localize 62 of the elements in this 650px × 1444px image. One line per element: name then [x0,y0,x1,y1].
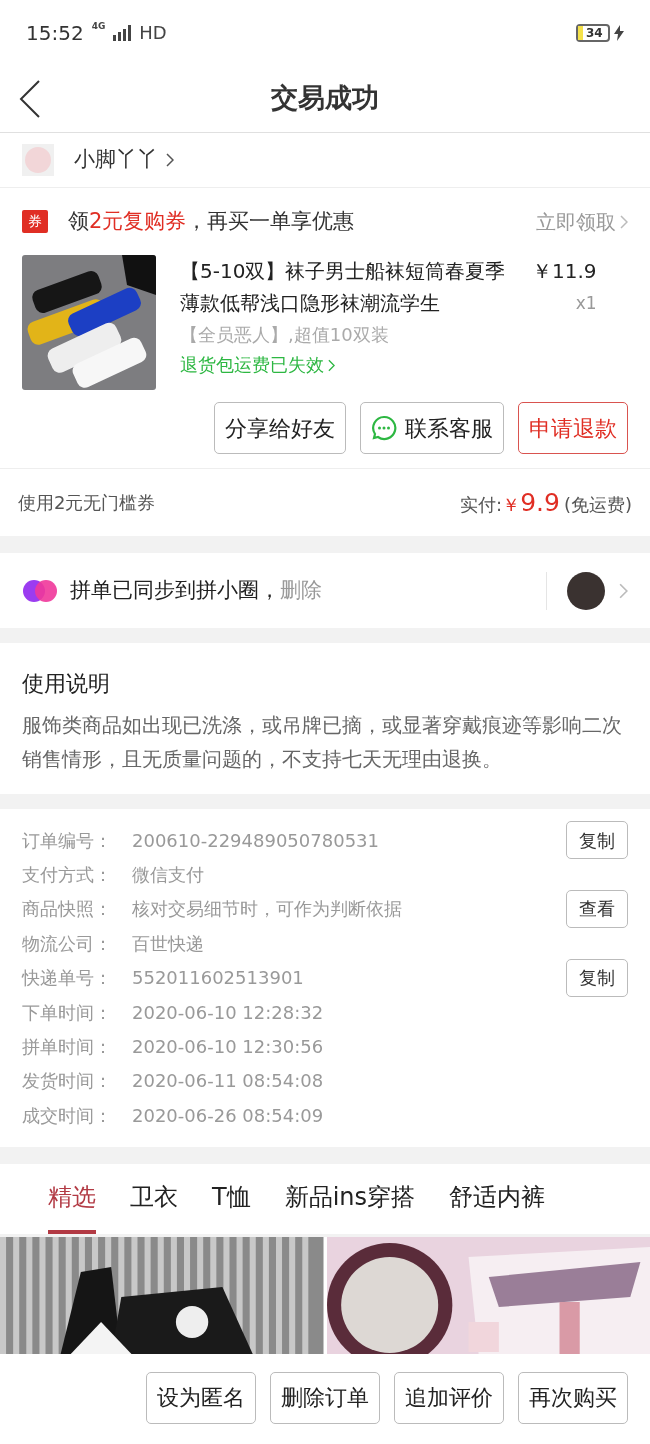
category-tab[interactable]: 卫衣 [130,1163,178,1234]
paid-amount: ￥9.9 [502,486,560,519]
info-label: 订单编号： [22,828,113,853]
info-label: 物流公司： [22,931,113,956]
signal-icon [113,24,132,41]
info-label: 商品快照： [22,897,113,922]
info-label: 支付方式： [22,863,113,888]
product-price: ￥11.9 [532,258,597,285]
info-label: 成交时间： [22,1103,113,1128]
friend-avatar [567,571,605,610]
info-value: 552011602513901 [132,966,304,991]
info-value: 2020-06-10 12:28:32 [132,1000,324,1025]
usage-title: 使用说明 [22,670,111,698]
chevron-right-icon [166,153,174,167]
info-label: 下单时间： [22,1000,113,1025]
coupon-text: 领2元复购券，再买一单享优惠 [68,207,355,235]
chat-icon [371,415,397,441]
info-value: 百世快递 [132,931,204,956]
info-button[interactable]: 复制 [566,821,628,860]
back-icon [19,78,41,119]
order-action-button[interactable]: 追加评价 [394,1371,504,1424]
shipping-note: (免运费) [563,492,632,517]
chevron-right-icon [328,358,335,372]
category-tab[interactable]: T恤 [212,1163,251,1234]
info-label: 发货时间： [22,1069,113,1094]
circle-logo-icon [22,578,58,603]
paid-label: 实付: [460,492,503,517]
category-tab[interactable]: 舒适内裤 [449,1163,546,1234]
product-title: 【5-10双】袜子男士船袜短筒春夏季薄款低帮浅口隐形袜潮流学生 [180,258,507,317]
order-action-button[interactable]: 设为匿名 [146,1371,256,1424]
category-tab[interactable]: 新品ins穿搭 [284,1163,416,1234]
hd-label: HD [139,21,167,45]
coupon-badge: 券 [22,210,48,233]
action-button[interactable]: 联系客服 [360,402,504,454]
circle-sync-text: 拼单已同步到拼小圈， [70,576,280,604]
shop-avatar [22,144,54,176]
info-label: 拼单时间： [22,1035,113,1060]
order-action-button[interactable]: 删除订单 [270,1371,380,1424]
usage-text: 服饰类商品如出现已洗涤，或吊牌已摘，或显著穿戴痕迹等影响二次销售情形，且无质量问题的，不支持七天无理由退换。 [22,712,623,773]
info-value: 微信支付 [132,863,204,888]
info-value: 2020-06-11 08:54:08 [132,1069,324,1094]
info-value: 2020-06-26 08:54:09 [132,1103,324,1128]
product-quantity: x1 [575,292,597,315]
order-action-button[interactable]: 再次购买 [518,1371,628,1424]
info-value: 核对交易细节时，可作为判断依据 [132,897,402,922]
battery-icon: 34 [576,23,610,42]
info-value: 200610-229489050780531 [132,828,379,853]
clock: 15:52 [26,19,84,47]
coupon-used: 使用2元无门槛券 [18,491,156,515]
info-label: 快递单号： [22,966,113,991]
info-value: 2020-06-10 12:30:56 [132,1035,324,1060]
chevron-right-icon [619,582,628,599]
shop-name[interactable]: 小脚丫丫 [74,144,174,176]
product-spec: 【全员恶人】,超值10双装 [180,323,390,347]
action-button[interactable]: 分享给好友 [214,402,346,454]
network-label: 4G [91,19,106,33]
info-button[interactable]: 查看 [566,890,628,928]
chevron-right-icon [620,214,628,229]
action-button[interactable]: 申请退款 [518,402,628,454]
page-title: 交易成功 [271,81,379,116]
category-tab[interactable]: 精选 [48,1163,96,1234]
info-button[interactable]: 复制 [566,958,628,997]
